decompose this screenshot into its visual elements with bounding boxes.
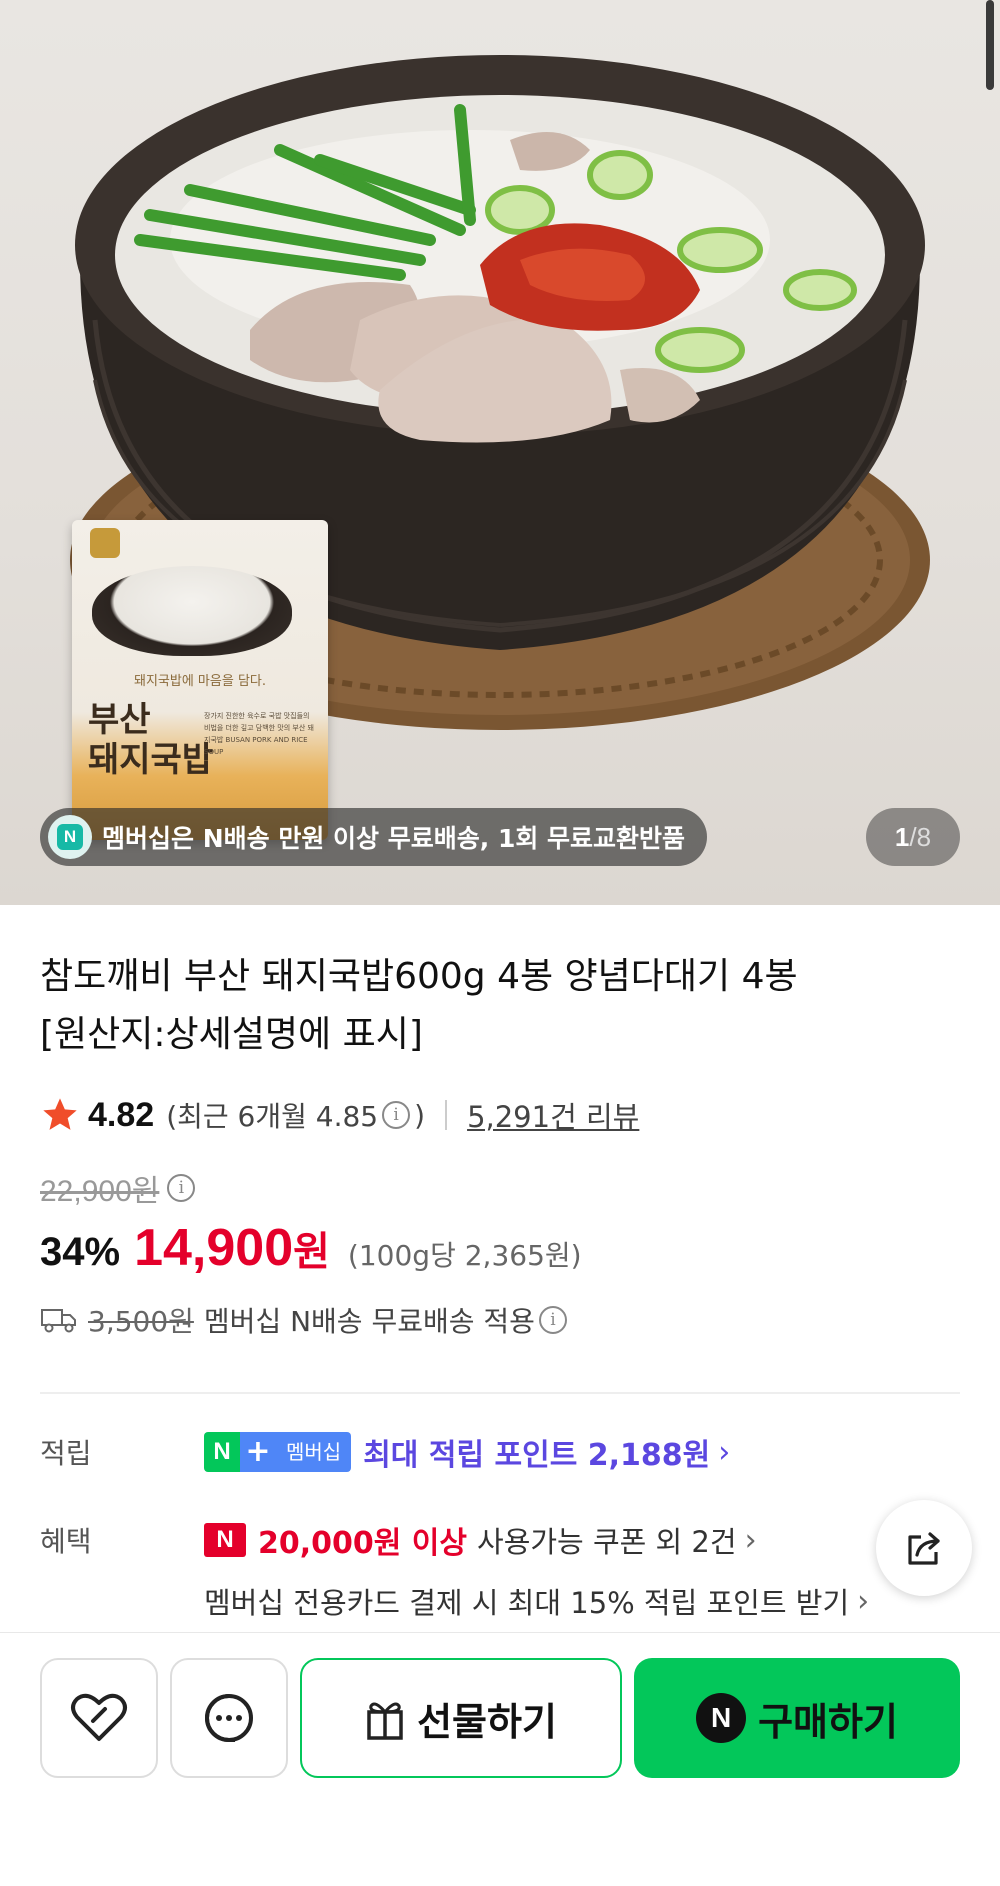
membership-promo-banner[interactable]: N 멤버십은 N배송 만원 이상 무료배송, 1회 무료교환반품 [40,808,708,866]
unit-price: (100g당 2,365원) [347,1239,582,1272]
package-name-line1: 부산 [88,700,151,740]
truck-icon [41,1309,76,1333]
discount-rate: 34% [40,1230,121,1274]
badge-member: 멤버십 [276,1432,352,1472]
package-name-line2: 돼지국밥 [88,740,214,780]
badge-n: N [204,1432,240,1472]
product-title-line1: 참도깨비 부산 돼지국밥600g 4봉 양념다대기 4봉 [40,956,798,997]
price-currency: 원 [293,1229,330,1275]
n-delivery-icon: N [48,815,92,859]
original-price-row: 22,900원 i [40,1166,199,1210]
product-image-carousel[interactable]: 돼지국밥에 마음을 담다. 부산 돼지국밥 장가지 진한한 육수로 국밥 맛집들… [0,0,1000,905]
shipping-old-fee: 3,500원 [88,1305,194,1338]
coupon-amount: 20,000원 이상 [258,1526,468,1561]
price-row: 34% 14,900 원 (100g당 2,365원) [40,1218,582,1278]
max-point-text: 최대 적립 포인트 2,188원 [363,1438,711,1473]
divider [445,1100,448,1130]
gift-label: 선물하기 [417,1699,557,1744]
point-label: 적립 [40,1437,92,1470]
rating-row: 4.82 (최근 6개월 4.85 i ) 5,291건 리뷰 [40,1090,639,1140]
info-icon[interactable]: i [538,1306,567,1334]
benefit-label: 혜택 [40,1525,92,1558]
recent-rating[interactable]: (최근 6개월 4.85 i ) [166,1095,425,1135]
recent-rating-text: (최근 6개월 4.85 [166,1100,379,1133]
badge-plus: + [240,1432,276,1472]
bottom-action-bar: 선물하기 N 구매하기 [0,1632,1000,1886]
coupon-n-badge: N [204,1523,246,1557]
gift-icon [367,1702,403,1740]
share-button[interactable] [876,1500,972,1596]
buy-label: 구매하기 [758,1699,898,1744]
recent-rating-close: ) [414,1098,426,1132]
package-description: 장가지 진한한 육수로 국밥 맛집들의 비법을 더한 깊고 담백한 맛의 부산 … [204,712,314,756]
heart-icon [71,1693,127,1741]
package-bowl-photo [92,566,292,656]
chevron-right-icon: › [857,1583,870,1619]
package-image: 돼지국밥에 마음을 담다. 부산 돼지국밥 장가지 진한한 육수로 국밥 맛집들… [72,520,328,840]
brand-logo [90,528,120,558]
scrollbar[interactable] [986,0,994,90]
image-pager: 1 / 8 [866,808,960,866]
divider [40,1392,960,1394]
npay-icon: N [696,1693,747,1743]
pager-separator: / [909,821,917,852]
wishlist-button[interactable] [40,1658,158,1778]
sale-price: 14,900 [134,1219,294,1277]
gift-button[interactable]: 선물하기 [300,1658,622,1778]
promo-text: 멤버십은 N배송 만원 이상 무료배송, 1회 무료교환반품 [102,824,686,853]
original-price: 22,900원 [40,1175,160,1208]
talk-button[interactable] [170,1658,288,1778]
product-title-line2: [원산지:상세설명에 표시] [40,1014,423,1055]
chevron-right-icon: › [744,1522,757,1558]
star-icon [43,1098,77,1130]
product-title: 참도깨비 부산 돼지국밥600g 4봉 양념다대기 4봉 [원산지:상세설명에 … [40,948,940,1064]
share-icon [908,1532,940,1565]
benefit-row[interactable]: 혜택 N 20,000원 이상 사용가능 쿠폰 외 2건 › [40,1518,757,1562]
chevron-right-icon: › [718,1434,731,1470]
package-slogan: 돼지국밥에 마음을 담다. [134,674,266,689]
package-product-name: 부산 돼지국밥 [88,700,213,780]
card-benefit-text: 멤버십 전용카드 결제 시 최대 15% 적립 포인트 받기 [204,1586,850,1620]
coupon-text: 사용가능 쿠폰 외 2건 [477,1525,737,1559]
shipping-text: 멤버십 N배송 무료배송 적용 [203,1305,535,1338]
info-icon[interactable]: i [167,1174,196,1202]
pager-total: 8 [916,821,932,852]
shipping-row: 3,500원 멤버십 N배송 무료배송 적용 i [40,1300,571,1340]
buy-button[interactable]: N 구매하기 [634,1658,960,1778]
talk-icon [205,1694,253,1742]
rating-score: 4.82 [88,1095,155,1134]
membership-badge: N + 멤버십 [204,1432,352,1472]
point-row[interactable]: 적립 N + 멤버십 최대 적립 포인트 2,188원 › [40,1430,730,1474]
reviews-link[interactable]: 5,291건 리뷰 [467,1094,639,1136]
card-benefit-link[interactable]: 멤버십 전용카드 결제 시 최대 15% 적립 포인트 받기 › [204,1580,869,1622]
info-icon[interactable]: i [382,1101,411,1129]
n-delivery-letter: N [57,824,83,850]
pager-current: 1 [894,821,910,852]
